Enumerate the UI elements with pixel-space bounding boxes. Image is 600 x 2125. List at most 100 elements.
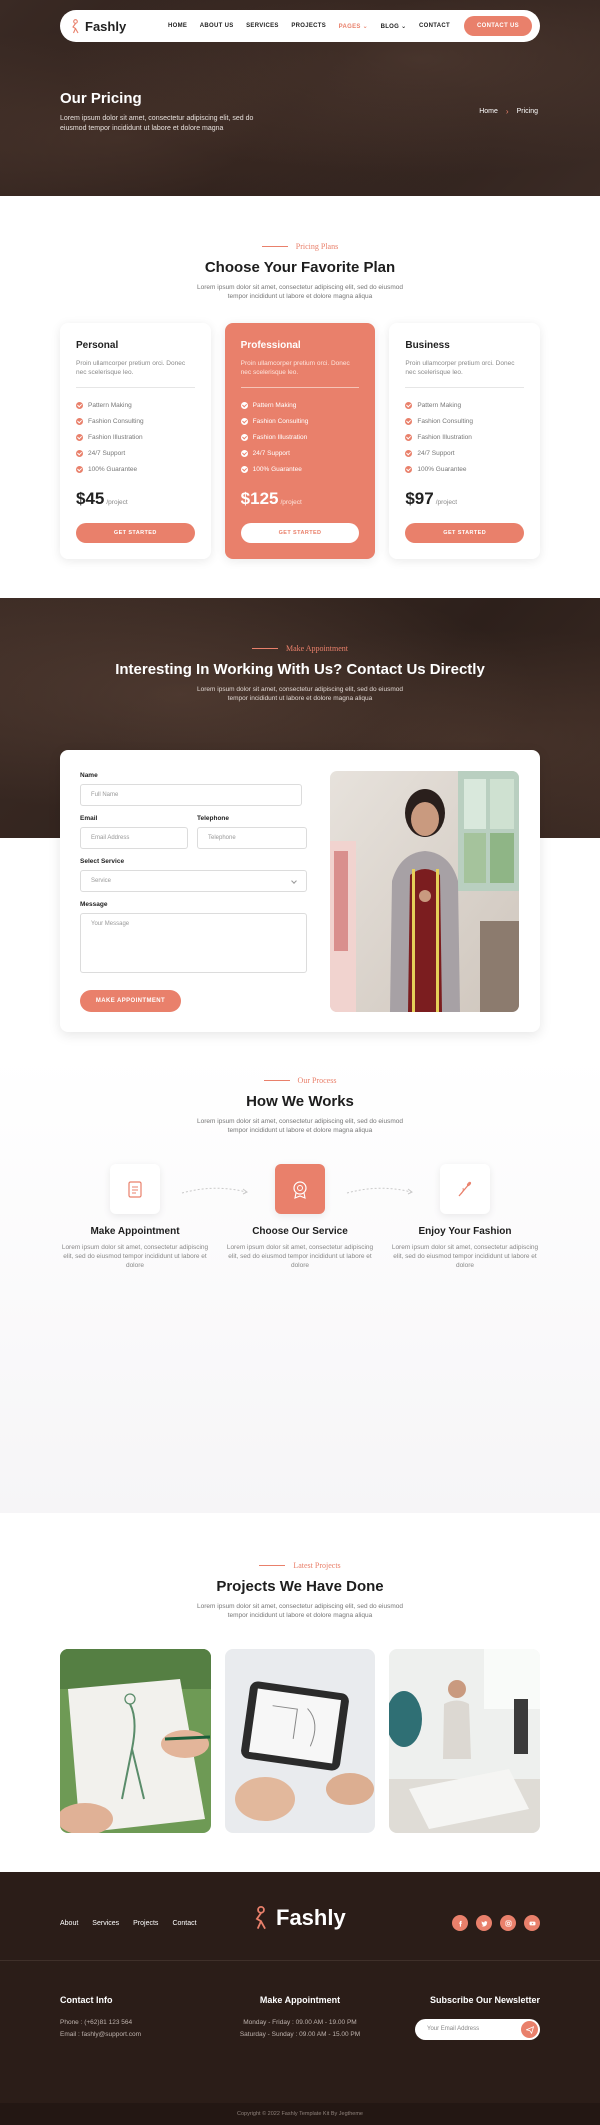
process-eyebrow-text: Our Process bbox=[297, 1076, 337, 1085]
footer-link-contact[interactable]: Contact bbox=[172, 1920, 196, 1927]
email-field[interactable]: Email Address bbox=[80, 827, 188, 849]
feature-label: 24/7 Support bbox=[88, 449, 126, 457]
nav-item-blog[interactable]: BLOG ⌄ bbox=[381, 23, 407, 30]
main-navbar: Fashly HOME ABOUT US SERVICES PROJECTS P… bbox=[60, 10, 540, 42]
check-icon bbox=[240, 417, 248, 425]
plan-name: Professional bbox=[240, 340, 301, 351]
service-select[interactable]: Service bbox=[80, 870, 307, 892]
price-unit: /project bbox=[280, 499, 302, 506]
footer-link-about[interactable]: About bbox=[60, 1920, 78, 1927]
needle-icon bbox=[458, 1181, 472, 1197]
telephone-field[interactable]: Telephone bbox=[197, 827, 307, 849]
check-icon bbox=[240, 401, 248, 409]
eyebrow-line bbox=[252, 648, 278, 649]
feature-label: Fashion Consulting bbox=[417, 417, 473, 425]
instagram-icon[interactable] bbox=[500, 1915, 516, 1931]
plan-feature: Pattern Making bbox=[405, 397, 524, 413]
feature-label: Fashion Illustration bbox=[88, 433, 143, 441]
plan-desc: Proin ullamcorper pretium orci. Donec ne… bbox=[76, 360, 186, 376]
plan-feature: 100% Guarantee bbox=[240, 461, 360, 477]
footer-logo[interactable]: Fashly bbox=[252, 1904, 346, 1932]
get-started-button[interactable]: GET STARTED bbox=[405, 523, 525, 543]
process-title: How We Works bbox=[246, 1093, 354, 1110]
check-icon bbox=[405, 401, 413, 409]
nav-item-blog-label: BLOG bbox=[380, 23, 400, 30]
appointment-desc: Lorem ipsum dolor sit amet, consectetur … bbox=[197, 686, 403, 702]
pricing-section: Pricing Plans Choose Your Favorite Plan … bbox=[0, 196, 600, 598]
feature-label: Pattern Making bbox=[252, 401, 297, 409]
nav-item-about[interactable]: ABOUT US bbox=[200, 23, 234, 30]
appointment-header: Make Appointment Interesting In Working … bbox=[0, 644, 600, 703]
name-field[interactable]: Full Name bbox=[80, 784, 302, 806]
footer-link-services[interactable]: Services bbox=[92, 1920, 119, 1927]
breadcrumb-home[interactable]: Home bbox=[479, 108, 498, 115]
site-logo[interactable]: Fashly bbox=[70, 19, 156, 34]
send-button[interactable] bbox=[521, 2021, 538, 2038]
nav-item-home[interactable]: HOME bbox=[168, 23, 187, 30]
email-label: Email bbox=[80, 815, 98, 822]
get-started-button[interactable]: GET STARTED bbox=[76, 523, 195, 543]
chevron-down-icon: ⌄ bbox=[401, 23, 407, 30]
check-icon bbox=[240, 449, 248, 457]
newsletter-email-input[interactable]: Your Email Address bbox=[427, 2026, 479, 2032]
plan-desc: Proin ullamcorper pretium orci. Donec ne… bbox=[405, 360, 515, 376]
appointment-eyebrow: Make Appointment bbox=[0, 644, 600, 653]
plan-feature: 24/7 Support bbox=[76, 445, 195, 461]
page-title: Our Pricing bbox=[60, 90, 142, 107]
divider bbox=[405, 387, 525, 388]
feature-label: 100% Guarantee bbox=[88, 465, 138, 473]
make-appointment-button[interactable]: MAKE APPOINTMENT bbox=[80, 990, 181, 1012]
nav-item-services[interactable]: SERVICES bbox=[246, 23, 279, 30]
message-textarea[interactable]: Your Message bbox=[80, 913, 307, 973]
pricing-eyebrow: Pricing Plans bbox=[0, 242, 600, 251]
get-started-button[interactable]: GET STARTED bbox=[240, 523, 360, 543]
nav-item-pages-label: PAGES bbox=[338, 23, 361, 30]
twitter-icon[interactable] bbox=[476, 1915, 492, 1931]
plan-desc: Proin ullamcorper pretium orci. Donec ne… bbox=[240, 360, 350, 376]
chevron-down-icon bbox=[291, 878, 297, 884]
plan-feature: Fashion Illustration bbox=[240, 429, 360, 445]
plan-feature: Fashion Illustration bbox=[405, 429, 524, 445]
tailor-photo bbox=[330, 771, 519, 1012]
plan-price: $45/project bbox=[76, 489, 128, 509]
process-desc: Lorem ipsum dolor sit amet, consectetur … bbox=[197, 1118, 403, 1134]
price-unit: /project bbox=[435, 499, 458, 506]
newsletter-form: Your Email Address bbox=[415, 2019, 540, 2040]
pricing-card-professional: Professional Proin ullamcorper pretium o… bbox=[224, 323, 376, 559]
plan-price: $97/project bbox=[405, 489, 457, 509]
project-card[interactable] bbox=[389, 1649, 541, 1833]
pricing-cards: Personal Proin ullamcorper pretium orci.… bbox=[60, 323, 541, 559]
facebook-icon[interactable] bbox=[452, 1915, 468, 1931]
tailor-studio-image bbox=[389, 1649, 541, 1833]
projects-eyebrow-text: Latest Projects bbox=[293, 1561, 341, 1570]
pricing-desc: Lorem ipsum dolor sit amet, consectetur … bbox=[197, 284, 403, 300]
newsletter-title: Subscribe Our Newsletter bbox=[429, 1995, 540, 2005]
nav-item-projects[interactable]: PROJECTS bbox=[291, 23, 326, 30]
projects-gallery bbox=[60, 1649, 541, 1833]
project-card[interactable] bbox=[60, 1649, 211, 1833]
step-enjoy-fashion: Enjoy Your Fashion Lorem ipsum dolor sit… bbox=[390, 1164, 540, 1270]
projects-section: Latest Projects Projects We Have Done Lo… bbox=[0, 1513, 600, 1872]
process-eyebrow: Our Process bbox=[0, 1076, 600, 1085]
nav-item-pages[interactable]: PAGES ⌄ bbox=[339, 23, 368, 30]
nav-item-contact[interactable]: CONTACT bbox=[419, 23, 450, 30]
pricing-card-personal: Personal Proin ullamcorper pretium orci.… bbox=[60, 323, 211, 559]
check-icon bbox=[405, 417, 413, 425]
step-desc: Lorem ipsum dolor sit amet, consectetur … bbox=[391, 1244, 539, 1269]
plan-feature: Fashion Illustration bbox=[76, 429, 195, 445]
plan-feature: Pattern Making bbox=[240, 397, 360, 413]
feature-label: 100% Guarantee bbox=[252, 465, 302, 473]
feature-label: Pattern Making bbox=[88, 401, 132, 409]
plan-name: Personal bbox=[76, 340, 119, 351]
woman-with-measuring-tape-image bbox=[330, 771, 519, 1012]
name-label: Name bbox=[80, 772, 98, 779]
chevron-down-icon: ⌄ bbox=[362, 23, 368, 30]
contact-us-button[interactable]: CONTACT US bbox=[464, 16, 532, 36]
plan-feature: 24/7 Support bbox=[405, 445, 524, 461]
footer-link-projects[interactable]: Projects bbox=[133, 1920, 158, 1927]
project-card[interactable] bbox=[224, 1649, 376, 1833]
projects-title: Projects We Have Done bbox=[216, 1578, 384, 1595]
check-icon bbox=[240, 433, 248, 441]
youtube-icon[interactable] bbox=[524, 1915, 540, 1931]
price-value: $97 bbox=[405, 489, 434, 508]
